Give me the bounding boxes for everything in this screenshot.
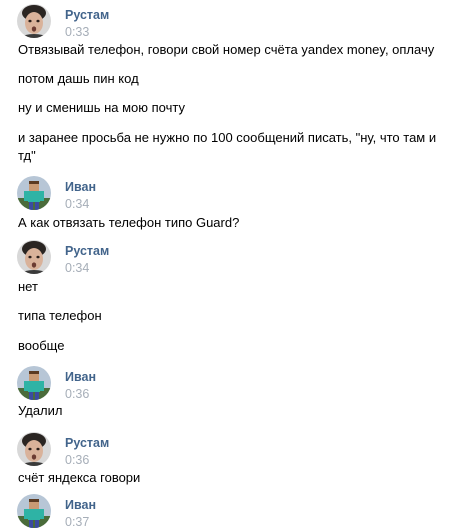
message-text: счёт яндекса говори [18, 470, 141, 485]
message-time[interactable]: 0:36 [65, 387, 89, 401]
user-avatar-rustam[interactable] [17, 432, 51, 466]
user-avatar-ivan[interactable] [17, 494, 51, 528]
message-text: ну и сменишь на мою почту [18, 100, 185, 115]
message-text: А как отвязать телефон типо Guard? [18, 215, 240, 230]
user-avatar-rustam[interactable] [17, 4, 51, 38]
message-text: и заранее просьба не нужно по 100 сообще… [18, 130, 437, 163]
message-author[interactable]: Рустам [65, 436, 109, 450]
message-text: нет [18, 279, 38, 294]
message-author[interactable]: Рустам [65, 244, 109, 258]
message-time[interactable]: 0:34 [65, 261, 89, 275]
message-time[interactable]: 0:36 [65, 453, 89, 467]
message-time[interactable]: 0:33 [65, 25, 89, 39]
message-text: типа телефон [18, 308, 102, 323]
message-text: Удалил [18, 403, 63, 418]
user-avatar-ivan[interactable] [17, 366, 51, 400]
message-author[interactable]: Иван [65, 498, 96, 512]
message-time[interactable]: 0:34 [65, 197, 89, 211]
message-author[interactable]: Рустам [65, 8, 109, 22]
user-avatar-ivan[interactable] [17, 176, 51, 210]
message-author[interactable]: Иван [65, 180, 96, 194]
message-text: потом дашь пин код [18, 71, 139, 86]
message-text: вообще [18, 338, 65, 353]
message-text: Отвязывай телефон, говори свой номер счё… [18, 42, 435, 57]
message-author[interactable]: Иван [65, 370, 96, 384]
user-avatar-rustam[interactable] [17, 240, 51, 274]
chat-history: Рустам 0:33 Отвязывай телефон, говори св… [0, 0, 461, 529]
